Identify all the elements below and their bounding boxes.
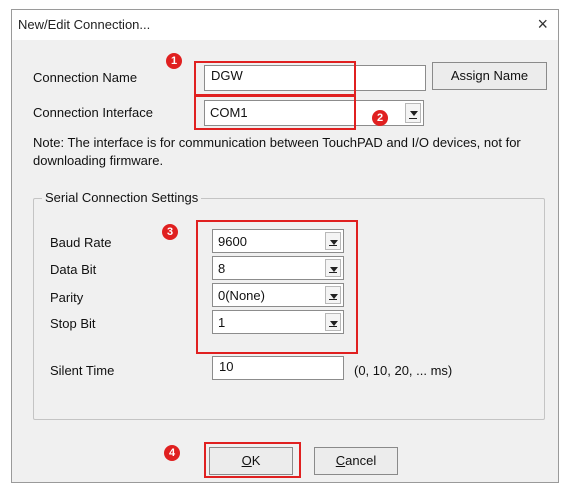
title-bar: New/Edit Connection... ×: [12, 10, 558, 40]
connection-name-label: Connection Name: [33, 70, 138, 85]
cancel-accelerator: C: [335, 453, 346, 468]
close-icon[interactable]: ×: [537, 13, 548, 35]
silent-time-input[interactable]: 10: [212, 356, 344, 380]
silent-time-hint: (0, 10, 20, ... ms): [354, 363, 453, 378]
cancel-label-rest: ancel: [345, 453, 377, 468]
highlight-connection-name: [194, 61, 356, 96]
parity-label: Parity: [50, 290, 84, 305]
silent-time-value: 10: [219, 359, 234, 374]
callout-2: 2: [372, 110, 388, 126]
highlight-connection-interface: [194, 95, 356, 130]
data-bit-label: Data Bit: [50, 262, 97, 277]
highlight-serial-settings: [196, 220, 358, 354]
stop-bit-label: Stop Bit: [50, 316, 96, 331]
cancel-button[interactable]: Cancel: [314, 447, 398, 475]
connection-interface-label: Connection Interface: [33, 105, 153, 120]
callout-3: 3: [162, 224, 178, 240]
silent-time-label: Silent Time: [50, 363, 115, 378]
callout-1: 1: [166, 53, 182, 69]
callout-4: 4: [164, 445, 180, 461]
baud-rate-label: Baud Rate: [50, 235, 112, 250]
chevron-down-icon[interactable]: [405, 103, 421, 123]
connection-dialog: New/Edit Connection... × Connection Name…: [11, 9, 559, 483]
serial-settings-legend: Serial Connection Settings: [42, 190, 202, 205]
assign-name-button[interactable]: Assign Name: [432, 62, 547, 90]
dialog-title: New/Edit Connection...: [18, 17, 151, 32]
highlight-ok-button: [204, 442, 301, 478]
interface-note: Note: The interface is for communication…: [33, 135, 521, 168]
